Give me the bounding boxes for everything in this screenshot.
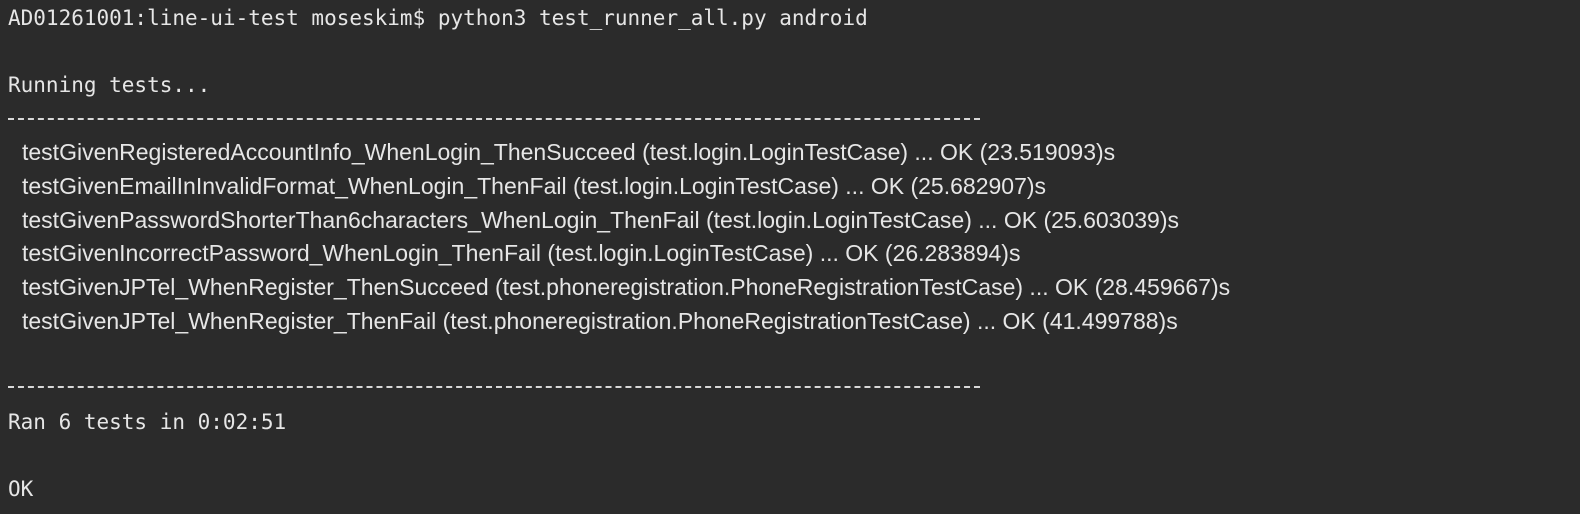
- running-tests-text: Running tests...: [8, 73, 211, 97]
- test-result-line: testGivenEmailInInvalidFormat_WhenLogin_…: [22, 173, 1047, 199]
- separator-bottom: [8, 386, 980, 388]
- status-text: OK: [8, 477, 34, 501]
- test-result-line: testGivenJPTel_WhenRegister_ThenFail (te…: [22, 308, 1178, 334]
- test-result-line: testGivenJPTel_WhenRegister_ThenSucceed …: [22, 274, 1231, 300]
- test-result-line: testGivenIncorrectPassword_WhenLogin_The…: [22, 240, 1021, 266]
- terminal-window[interactable]: AD01261001:line-ui-test moseskim$ python…: [0, 0, 1580, 514]
- test-result-line: testGivenRegisteredAccountInfo_WhenLogin…: [22, 139, 1116, 165]
- separator-top: [8, 118, 980, 120]
- test-result-line: testGivenPasswordShorterThan6characters_…: [22, 207, 1179, 233]
- command-prompt-line: AD01261001:line-ui-test moseskim$ python…: [8, 6, 868, 30]
- summary-text: Ran 6 tests in 0:02:51: [8, 410, 287, 434]
